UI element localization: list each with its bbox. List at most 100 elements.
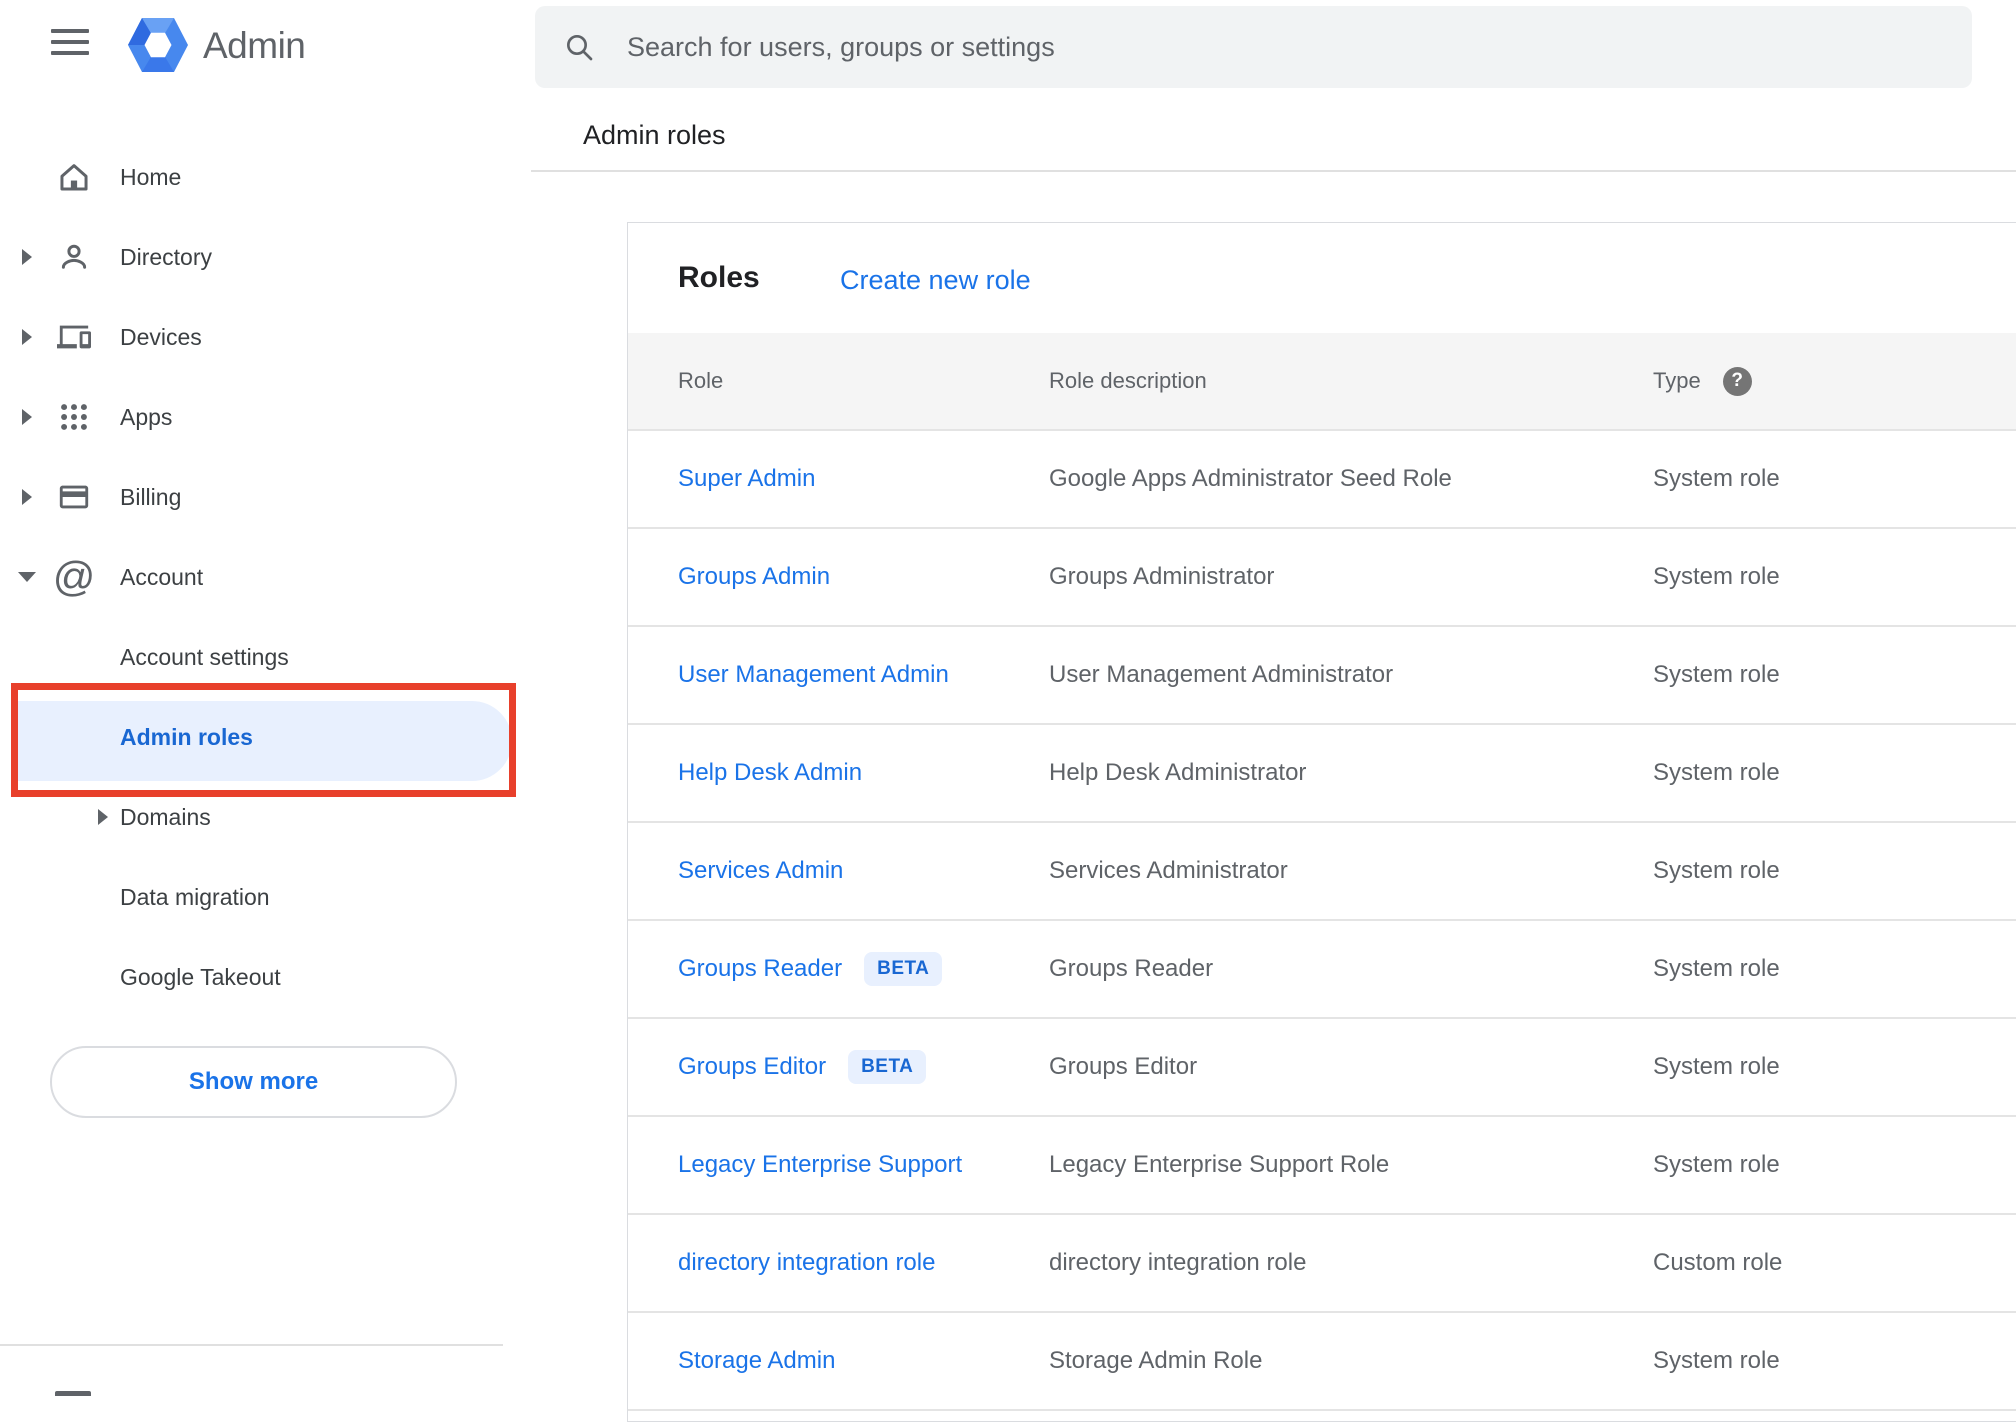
role-type: System role [1653,857,1780,884]
sidebar-item-label: Admin roles [120,723,253,750]
devices-icon [56,319,92,355]
hamburger-menu-icon[interactable] [51,29,89,55]
sidebar-item-billing[interactable]: Billing [0,457,531,537]
search-icon [567,35,593,61]
show-more-button[interactable]: Show more [50,1046,457,1118]
sidebar-item-label: Devices [120,323,202,350]
role-link[interactable]: Groups Reader [678,955,842,983]
table-row: User Management Admin User Management Ad… [628,627,2016,725]
column-header-role: Role [678,368,724,393]
column-header-role-description: Role description [1049,368,1207,393]
role-description: Groups Administrator [1049,563,1275,590]
sidebar-item-label: Billing [120,483,182,510]
sidebar-item-account[interactable]: @ Account [0,537,531,617]
table-row: Super Admin Google Apps Administrator Se… [628,431,2016,529]
expand-arrow-icon[interactable] [22,329,32,345]
table-header-row: Role Role description Type ? [628,333,2016,431]
role-description: directory integration role [1049,1249,1307,1276]
sidebar-item-apps[interactable]: Apps [0,377,531,457]
table-row: Services Admin Services Administrator Sy… [628,823,2016,921]
expand-arrow-icon[interactable] [98,809,108,825]
sidebar-item-label: Account settings [120,643,289,670]
beta-badge: BETA [848,1050,927,1084]
role-type: System role [1653,563,1780,590]
header-divider [531,170,2016,172]
show-more-label: Show more [188,1068,319,1095]
role-link[interactable]: Help Desk Admin [678,759,862,787]
role-description: Groups Editor [1049,1053,1198,1080]
search-input[interactable] [627,31,1972,63]
role-description: Groups Reader [1049,955,1214,982]
role-type: System role [1653,1347,1780,1374]
role-link[interactable]: Storage Admin [678,1347,835,1375]
cutoff-bottom-icon [55,1391,91,1396]
table-row: Legacy Enterprise Support Legacy Enterpr… [628,1117,2016,1215]
sidebar-divider [0,1344,503,1346]
brand-row: Admin [0,0,531,90]
role-description: Legacy Enterprise Support Role [1049,1151,1390,1178]
role-description: Services Administrator [1049,857,1288,884]
app-title: Admin [203,25,306,66]
expand-arrow-icon[interactable] [22,249,32,265]
sidebar-item-label: Account [120,563,204,590]
help-icon[interactable]: ? [1722,366,1752,396]
role-type: System role [1653,759,1780,786]
breadcrumb: Admin roles [583,120,726,150]
role-link[interactable]: Super Admin [678,465,815,493]
column-header-type: Type [1653,368,1701,393]
sidebar-item-google-takeout[interactable]: Google Takeout [0,937,531,1017]
roles-card: Roles Create new role Role Role descript… [627,222,2016,1422]
apps-grid-icon [56,399,92,435]
sidebar-item-devices[interactable]: Devices [0,297,531,377]
table-row: Groups Editor BETA Groups Editor System … [628,1019,2016,1117]
home-icon [56,159,92,195]
table-row: Storage Admin Storage Admin Role System … [628,1313,2016,1411]
role-link[interactable]: directory integration role [678,1249,935,1277]
sidebar-item-label: Directory [120,243,213,270]
admin-logo-icon [128,18,188,72]
role-description: User Management Administrator [1049,661,1394,688]
role-link[interactable]: Groups Admin [678,563,830,591]
sidebar-nav: Home Directory Devices Apps Billing @ Ac… [0,137,531,1017]
sidebar-item-label: Home [120,163,182,190]
selected-item-highlight [18,701,512,781]
role-type: System role [1653,661,1780,688]
sidebar-item-home[interactable]: Home [0,137,531,217]
table-row: directory integration role directory int… [628,1215,2016,1313]
role-type: System role [1653,955,1780,982]
sidebar-item-directory[interactable]: Directory [0,217,531,297]
sidebar-item-label: Domains [120,803,211,830]
sidebar-item-account-settings[interactable]: Account settings [0,617,531,697]
sidebar-item-label: Data migration [120,883,270,910]
expand-arrow-icon[interactable] [22,489,32,505]
roles-card-header: Roles Create new role [628,223,2016,333]
sidebar-item-label: Google Takeout [120,963,281,990]
create-new-role-link[interactable]: Create new role [840,265,1031,296]
sidebar: Admin Home Directory Devices Apps Billin… [0,0,531,1396]
role-type: System role [1653,465,1780,492]
role-type: Custom role [1653,1249,1783,1276]
role-description: Storage Admin Role [1049,1347,1263,1374]
role-link[interactable]: User Management Admin [678,661,949,689]
beta-badge: BETA [864,952,943,986]
at-sign-icon: @ [52,553,96,600]
search-bar[interactable] [535,6,1972,88]
role-description: Google Apps Administrator Seed Role [1049,465,1452,492]
credit-card-icon [56,479,92,515]
role-description: Help Desk Administrator [1049,759,1307,786]
role-type: System role [1653,1151,1780,1178]
sidebar-item-label: Apps [120,403,173,430]
table-row: Help Desk Admin Help Desk Administrator … [628,725,2016,823]
collapse-arrow-icon[interactable] [18,572,36,582]
role-link[interactable]: Legacy Enterprise Support [678,1151,962,1179]
role-link[interactable]: Services Admin [678,857,843,885]
table-row: Groups Reader BETA Groups Reader System … [628,921,2016,1019]
expand-arrow-icon[interactable] [22,409,32,425]
role-link[interactable]: Groups Editor [678,1053,826,1081]
sidebar-item-domains[interactable]: Domains [0,777,531,857]
card-title: Roles [678,261,760,294]
person-icon [56,239,92,275]
role-type: System role [1653,1053,1780,1080]
sidebar-item-data-migration[interactable]: Data migration [0,857,531,937]
table-row: Groups Admin Groups Administrator System… [628,529,2016,627]
